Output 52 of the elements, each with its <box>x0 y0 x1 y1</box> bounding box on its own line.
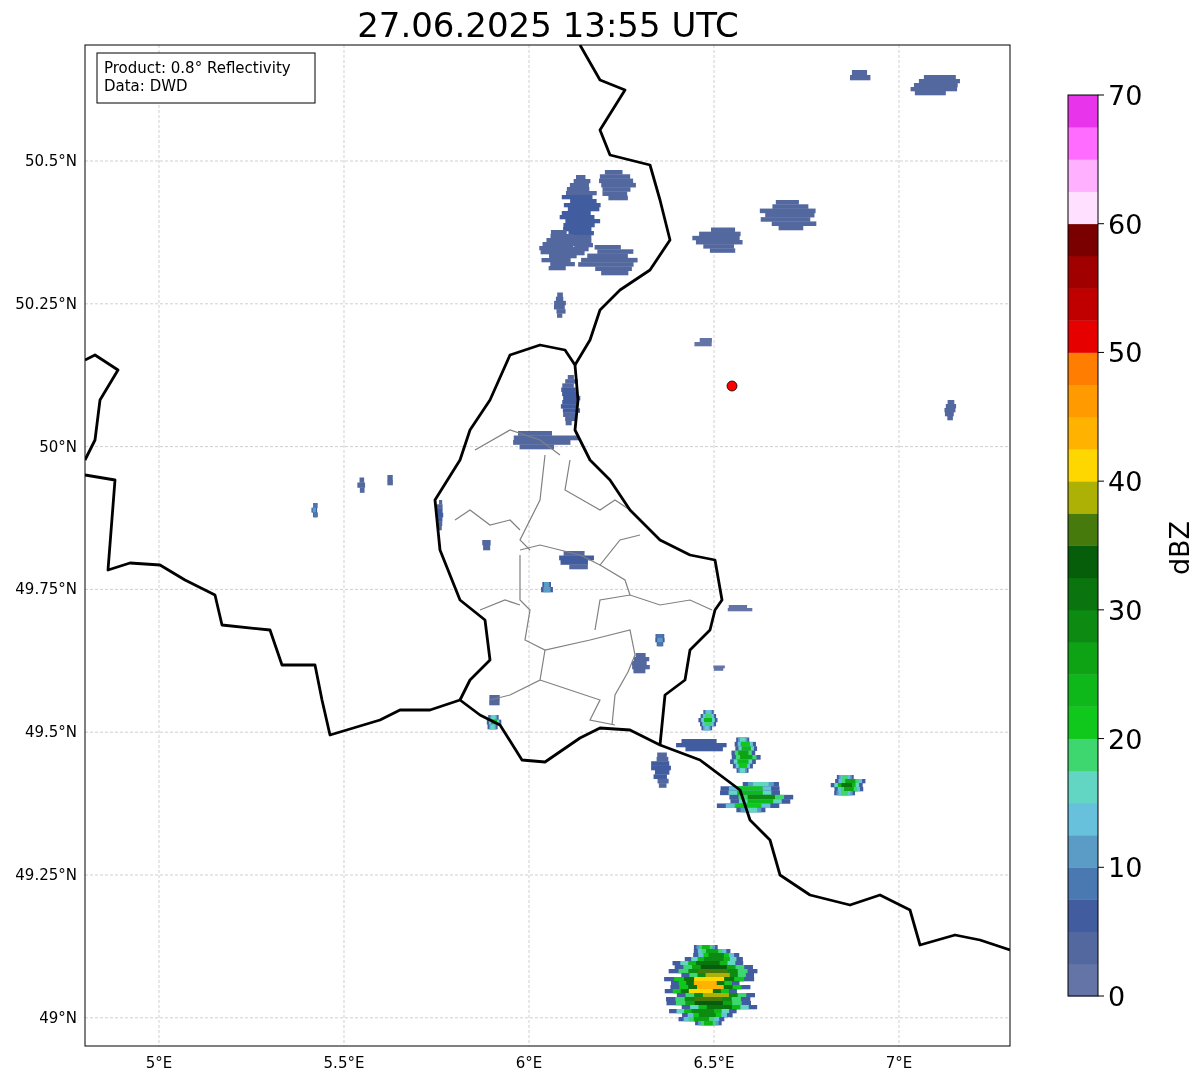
radar-echo <box>387 475 393 486</box>
colorbar-tick-label: 0 <box>1108 981 1126 1012</box>
radar-echo <box>489 695 500 706</box>
radar-echo <box>513 431 579 450</box>
radar-echo <box>651 752 671 788</box>
radar-echo <box>553 292 566 318</box>
axis-tick-label: 49.5°N <box>24 723 77 742</box>
axis-tick-label: 49.75°N <box>15 580 77 599</box>
radar-echo <box>694 338 712 347</box>
legend-text: Data: DWD <box>104 77 188 95</box>
radar-echo <box>698 710 718 731</box>
radar-echo <box>713 665 725 671</box>
radar-echo <box>560 375 581 426</box>
axis-tick-label: 7°E <box>885 1054 913 1072</box>
colorbar-tick-label: 70 <box>1108 80 1143 111</box>
radar-echo <box>727 605 753 612</box>
radar-echo <box>311 503 318 518</box>
radar-site-marker <box>726 380 738 392</box>
colorbar-label: dBZ <box>1164 520 1195 576</box>
axis-tick-label: 6°E <box>515 1054 543 1072</box>
radar-echo <box>730 737 761 773</box>
radar-echo <box>559 551 594 570</box>
axis-tick-label: 49.25°N <box>15 866 77 884</box>
radar-echo <box>910 75 960 96</box>
radar-echo <box>357 477 366 493</box>
axis-tick-label: 5.5°E <box>323 1054 365 1072</box>
radar-echo <box>486 715 502 730</box>
colorbar-tick-label: 40 <box>1108 466 1143 498</box>
axis-tick-label: 50°N <box>39 437 77 456</box>
figure-title: 27.06.2025 13:55 UTC <box>357 5 739 45</box>
colorbar-tick-label: 30 <box>1108 594 1143 626</box>
axis-tick-label: 50.25°N <box>15 294 77 313</box>
radar-echo <box>482 540 491 551</box>
radar-echo <box>541 582 553 593</box>
radar-echo <box>655 634 665 647</box>
radar-echo <box>850 70 871 81</box>
colorbar-tick-label: 20 <box>1108 723 1143 755</box>
radar-echo <box>436 500 444 531</box>
axis-tick-label: 49°N <box>39 1008 77 1027</box>
axis-tick-label: 50.5°N <box>24 152 77 170</box>
radar-echo <box>830 775 866 796</box>
radar-echo <box>944 400 957 421</box>
colorbar-tick-label: 60 <box>1108 208 1143 240</box>
radar-echo <box>676 739 727 752</box>
axis-tick-label: 6.5°E <box>693 1054 735 1072</box>
radar-echo <box>692 227 743 253</box>
axis-tick-label: 5°E <box>145 1054 173 1072</box>
colorbar-tick-label: 50 <box>1108 337 1143 369</box>
radar-echo <box>759 200 817 231</box>
colorbar-tick-label: 10 <box>1108 852 1143 884</box>
legend-text: Product: 0.8° Reflectivity <box>104 59 291 77</box>
radar-echo <box>631 653 650 674</box>
